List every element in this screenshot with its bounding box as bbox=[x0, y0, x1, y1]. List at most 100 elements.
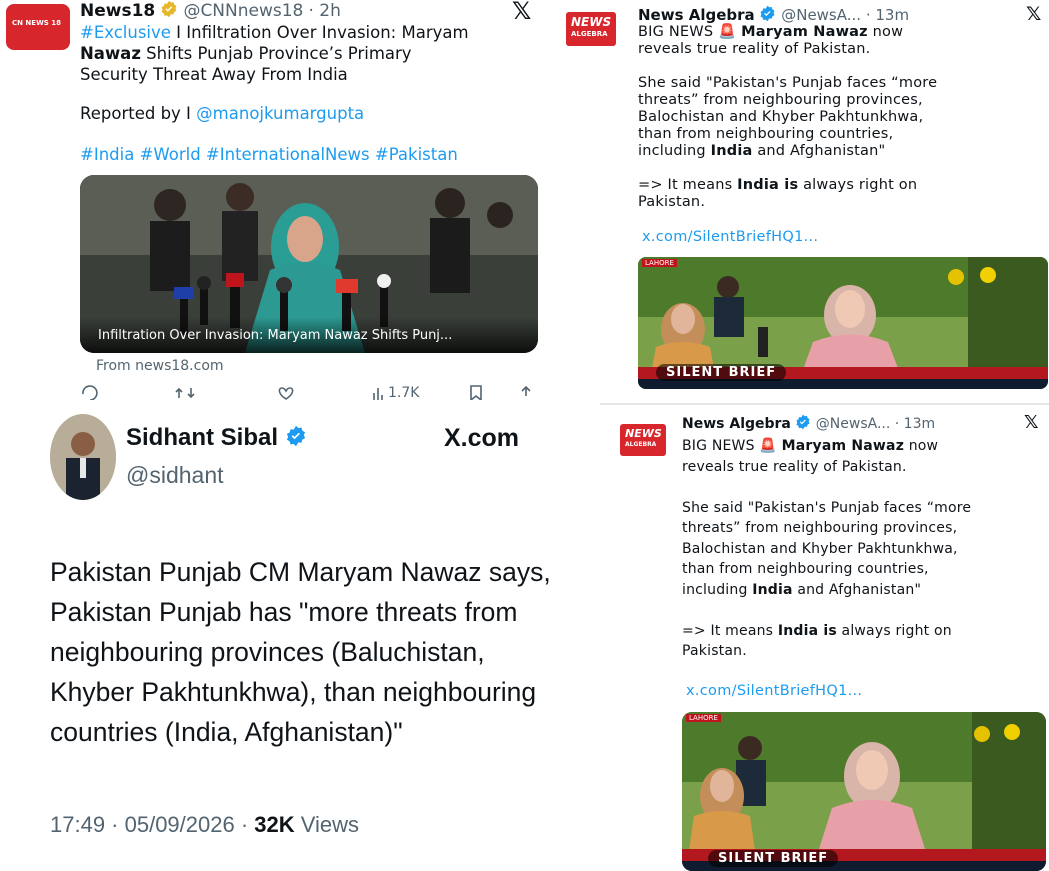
quote-text: including bbox=[638, 143, 711, 159]
headline-text: I Infiltration Over Invasion: Maryam bbox=[170, 23, 469, 42]
author-avatar[interactable] bbox=[50, 414, 116, 500]
link-card-image[interactable]: Infiltration Over Invasion: Maryam Nawaz… bbox=[80, 175, 538, 353]
tweet-header: News18 @CNNnews18 · 2h bbox=[80, 0, 341, 21]
quote-text-end: and Afghanistan" bbox=[752, 143, 886, 159]
headline-text-2: Shifts Punjab Province’s Primary bbox=[140, 44, 412, 63]
quote-bold: India bbox=[710, 143, 753, 159]
big-news-label: BIG NEWS bbox=[638, 24, 714, 40]
bold-name: Maryam Nawaz bbox=[781, 438, 905, 454]
author-name[interactable]: News Algebra bbox=[682, 416, 791, 432]
like-icon[interactable] bbox=[276, 385, 296, 400]
video-frame-photo bbox=[682, 712, 1046, 871]
tweet-video[interactable]: LAHORE SILENT BRIEF bbox=[682, 712, 1046, 871]
conclusion-line-1: => It means India is always right on bbox=[682, 621, 1042, 642]
siren-icon: 🚨 bbox=[759, 438, 777, 454]
views-icon[interactable] bbox=[372, 385, 384, 400]
repost-icon[interactable] bbox=[175, 385, 195, 400]
link-card-source[interactable]: From news18.com bbox=[96, 358, 224, 374]
quote-line-1: She said "Pakistan's Punjab faces “more bbox=[638, 75, 938, 91]
tweet-header: News Algebra @NewsA... · 13m bbox=[638, 5, 909, 24]
panel-divider-horizontal bbox=[600, 403, 1049, 405]
bold-name: Maryam Nawaz bbox=[741, 24, 868, 40]
tweet-body: Pakistan Punjab CM Maryam Nawaz says, Pa… bbox=[50, 552, 560, 752]
tweet-link[interactable]: x.com/SilentBriefHQ1... bbox=[686, 683, 862, 699]
avatar-text-news: NEWS bbox=[625, 427, 662, 440]
news18-avatar[interactable] bbox=[6, 4, 70, 50]
conclusion-text-end: always right on bbox=[798, 177, 918, 193]
hashtag-exclusive[interactable]: #Exclusive bbox=[80, 23, 171, 42]
quote-line-2: threats” from neighbouring provinces, bbox=[638, 92, 923, 108]
body-line-5: countries (India, Afghanistan)" bbox=[50, 717, 403, 747]
conclusion-line-2: Pakistan. bbox=[682, 643, 747, 659]
tweet-body: BIG NEWS 🚨 Maryam Nawaz now reveals true… bbox=[682, 436, 1042, 662]
x-logo-icon[interactable]: 𝕏 bbox=[1024, 412, 1039, 433]
x-logo-icon[interactable]: 𝕏 bbox=[1026, 3, 1041, 25]
quote-line-4: than from neighbouring countries, bbox=[682, 561, 929, 577]
views-count: 32K bbox=[254, 812, 295, 837]
author-handle[interactable]: @CNNnews18 bbox=[183, 1, 303, 21]
bookmark-icon[interactable] bbox=[468, 385, 484, 400]
avatar-text-algebra: ALGEBRA bbox=[571, 30, 608, 38]
headline-bold-name: Nawaz bbox=[80, 44, 141, 63]
conclusion-line-1: => It means India is always right on bbox=[638, 177, 1043, 194]
hashtag-list[interactable]: #India #World #InternationalNews #Pakist… bbox=[80, 145, 458, 164]
tweet-footer: 17:49 · 05/09/2026 · 32K Views bbox=[50, 812, 359, 838]
quote-line-5: including India and Afghanistan" bbox=[638, 143, 1043, 160]
now-text: now bbox=[904, 438, 939, 454]
now-text: now bbox=[867, 24, 904, 40]
conclusion-line-2: Pakistan. bbox=[638, 194, 706, 210]
author-handle[interactable]: @sidhant bbox=[126, 462, 224, 489]
big-news-label: BIG NEWS bbox=[682, 438, 755, 454]
verified-badge-icon bbox=[796, 414, 810, 430]
tweet-video[interactable]: LAHORE SILENT BRIEF bbox=[638, 257, 1048, 389]
news18-logo-text: CN NEWS 18 bbox=[12, 19, 62, 27]
location-tag: LAHORE bbox=[642, 259, 677, 267]
sidhant-sibal-tweet: Sidhant Sibal @sidhant X.com Pakistan Pu… bbox=[0, 402, 560, 871]
body-line-1: Pakistan Punjab CM Maryam Nawaz says, bbox=[50, 557, 551, 587]
views-count: 1.7K bbox=[388, 385, 420, 400]
verified-badge-icon bbox=[286, 425, 305, 447]
tweet-timestamp[interactable]: 17:49 · 05/09/2026 · bbox=[50, 812, 254, 837]
news-algebra-tweet-1: NEWS ALGEBRA News Algebra @NewsA... · 13… bbox=[562, 0, 1049, 395]
conclusion-text: => It means bbox=[638, 177, 738, 193]
reporter-mention[interactable]: @manojkumargupta bbox=[196, 104, 364, 123]
body-line-1: BIG NEWS 🚨 Maryam Nawaz now bbox=[682, 436, 1042, 457]
quote-text: including bbox=[682, 581, 753, 598]
share-icon[interactable] bbox=[518, 385, 534, 400]
quote-line-3: Balochistan and Khyber Pakhtunkhwa, bbox=[682, 540, 958, 557]
headline-line-2: Nawaz Shifts Punjab Province’s Primary bbox=[80, 43, 550, 64]
verified-badge-icon bbox=[760, 5, 775, 22]
x-com-brand[interactable]: X.com bbox=[444, 424, 519, 453]
tweet-time[interactable]: · 13m bbox=[866, 6, 909, 24]
body-line-2: reveals true reality of Pakistan. bbox=[682, 458, 907, 475]
video-source-badge: SILENT BRIEF bbox=[656, 364, 787, 381]
author-handle[interactable]: @NewsA... bbox=[816, 416, 891, 432]
avatar-text-algebra: ALGEBRA bbox=[625, 441, 657, 448]
views-label: Views bbox=[294, 812, 360, 837]
quote-line-5: including India and Afghanistan" bbox=[682, 580, 1042, 601]
reported-by: Reported by I @manojkumargupta bbox=[80, 104, 364, 123]
quote-bold: India bbox=[752, 581, 793, 598]
conclusion-bold: India is bbox=[777, 622, 837, 639]
author-name[interactable]: Sidhant Sibal bbox=[126, 424, 278, 451]
tweet-header: News Algebra @NewsA... · 13m bbox=[682, 414, 935, 432]
author-name[interactable]: News Algebra bbox=[638, 6, 755, 24]
link-card-caption: Infiltration Over Invasion: Maryam Nawaz… bbox=[98, 328, 453, 343]
body-line-3: neighbouring provinces (Baluchistan, bbox=[50, 637, 485, 667]
reported-by-label: Reported by I bbox=[80, 104, 197, 123]
tweet-link[interactable]: x.com/SilentBriefHQ1... bbox=[642, 229, 818, 245]
news-algebra-tweet-2: NEWS ALGEBRA News Algebra @NewsA... · 13… bbox=[604, 406, 1049, 871]
tweet-time[interactable]: · 13m bbox=[895, 416, 935, 432]
body-line-1: BIG NEWS 🚨 Maryam Nawaz now bbox=[638, 24, 1043, 41]
headline-line-3: Security Threat Away From India bbox=[80, 65, 348, 84]
quote-line-4: than from neighbouring countries, bbox=[638, 126, 894, 142]
author-handle[interactable]: @NewsA... bbox=[781, 6, 861, 24]
reply-icon[interactable] bbox=[80, 385, 100, 400]
body-line-2: Pakistan Punjab has "more threats from bbox=[50, 597, 518, 627]
quote-line-1: She said "Pakistan's Punjab faces “more bbox=[682, 499, 972, 516]
tweet-time[interactable]: · 2h bbox=[308, 1, 340, 21]
author-name[interactable]: News18 bbox=[80, 1, 155, 21]
conclusion-bold: India is bbox=[737, 177, 799, 193]
quote-line-2: threats” from neighbouring provinces, bbox=[682, 520, 958, 536]
avatar-text-news: NEWS bbox=[571, 15, 612, 29]
